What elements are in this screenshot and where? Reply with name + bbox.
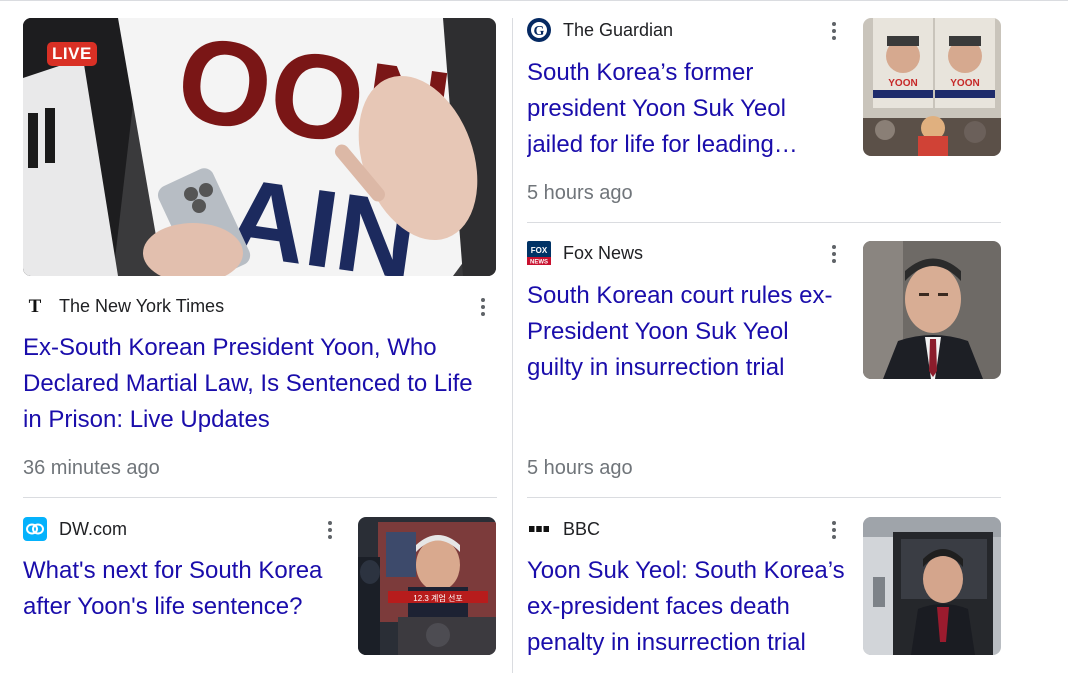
more-options-icon[interactable] (320, 518, 340, 542)
article-headline-guardian[interactable]: South Korea’s former president Yoon Suk … (527, 55, 837, 163)
dw-logo-icon (23, 517, 47, 541)
source-row-guardian[interactable]: G The Guardian (527, 18, 673, 42)
article-headline-fox[interactable]: South Korean court rules ex-President Yo… (527, 278, 847, 386)
article-headline-dw[interactable]: What's next for South Korea after Yoon's… (23, 553, 333, 625)
guardian-logo-icon: G (527, 18, 551, 42)
article-image-bbc[interactable] (863, 517, 1001, 655)
source-row-dw[interactable]: DW.com (23, 517, 127, 541)
svg-text:T: T (29, 296, 42, 317)
source-row-bbc[interactable]: BBC (527, 517, 600, 541)
article-time-fox: 5 hours ago (527, 457, 633, 479)
article-time-nyt: 36 minutes ago (23, 457, 160, 479)
source-name: The Guardian (563, 19, 674, 40)
row-divider (23, 497, 497, 498)
svg-text:NEWS: NEWS (530, 260, 548, 266)
svg-text:YOON: YOON (950, 78, 979, 89)
svg-text:12.3 계엄 선포: 12.3 계엄 선포 (413, 593, 462, 603)
svg-text:G: G (534, 24, 545, 39)
source-row-nyt[interactable]: T The New York Times (23, 294, 224, 318)
svg-text:YOON: YOON (888, 78, 917, 89)
nyt-logo-icon: T (23, 294, 47, 318)
source-name: BBC (563, 518, 601, 539)
more-options-icon[interactable] (824, 19, 844, 43)
more-options-icon[interactable] (473, 295, 493, 319)
article-headline-nyt[interactable]: Ex-South Korean President Yoon, Who Decl… (23, 330, 493, 438)
svg-text:FOX: FOX (531, 246, 548, 255)
bbc-logo-icon (527, 517, 551, 541)
vehicle-photo (863, 517, 1001, 655)
more-options-icon[interactable] (824, 518, 844, 542)
article-image-guardian[interactable]: YOON YOON (863, 18, 1001, 156)
tv-broadcast-photo: 12.3 계엄 선포 (358, 517, 496, 655)
fox-news-logo-icon: FOX NEWS (527, 241, 551, 265)
news-results-page: OON AIN LIVE T The New York Times Ex-Sou… (0, 0, 1068, 673)
source-row-fox[interactable]: FOX NEWS Fox News (527, 241, 643, 265)
live-badge: LIVE (47, 42, 97, 66)
article-headline-bbc[interactable]: Yoon Suk Yeol: South Korea’s ex-presiden… (527, 553, 852, 661)
source-name: DW.com (59, 518, 128, 539)
column-divider (512, 18, 513, 673)
protest-posters-photo: YOON YOON (863, 18, 1001, 156)
source-name: Fox News (563, 242, 644, 263)
row-divider (527, 222, 1001, 223)
more-options-icon[interactable] (824, 242, 844, 266)
portrait-photo (863, 241, 1001, 379)
source-name: The New York Times (59, 295, 225, 316)
article-image-dw[interactable]: 12.3 계엄 선포 (358, 517, 496, 655)
top-divider (0, 0, 1068, 1)
article-image-fox[interactable] (863, 241, 1001, 379)
article-time-guardian: 5 hours ago (527, 182, 633, 204)
article-image-nyt[interactable]: OON AIN LIVE (23, 18, 496, 276)
row-divider (527, 497, 1001, 498)
